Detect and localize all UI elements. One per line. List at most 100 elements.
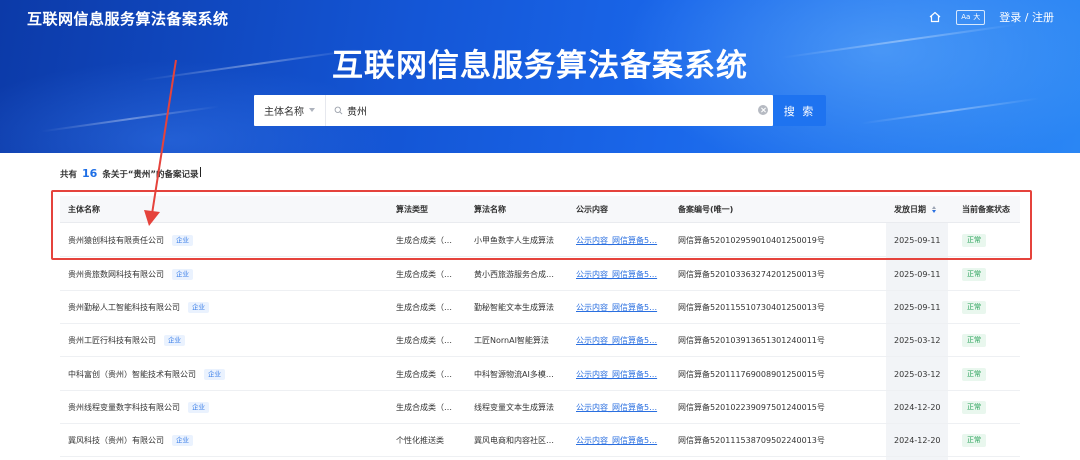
entity-cell: 贵州工匠行科技有限公司 企业 bbox=[68, 324, 388, 356]
search-input-value: 贵州 bbox=[347, 107, 367, 118]
status-badge: 正常 bbox=[962, 433, 986, 447]
algorithm-type: 生成合成类（… bbox=[396, 402, 452, 412]
entity-type-tag: 企业 bbox=[164, 334, 185, 346]
table-row[interactable]: 中科富创（贵州）智能技术有限公司 企业 生成合成类（… 中科智源物流AI多模… 公… bbox=[60, 358, 1020, 391]
top-right-nav: Aa 大 登录 / 注册 bbox=[928, 9, 1054, 25]
text-cursor bbox=[199, 167, 201, 177]
result-count-prefix: 共有 bbox=[60, 170, 78, 180]
search-button[interactable]: 搜 索 bbox=[773, 95, 826, 126]
issue-date: 2025-09-11 bbox=[894, 269, 941, 279]
search-bar: 主体名称 贵州 搜 索 bbox=[254, 95, 826, 126]
table-row[interactable]: 贵州猿创科技有限责任公司 企业 生成合成类（… 小甲鱼数字人生成算法 公示内容_网… bbox=[60, 224, 1020, 257]
algorithm-type: 生成合成类（… bbox=[396, 269, 452, 279]
header-content: 公示内容 bbox=[576, 204, 608, 214]
status-badge: 正常 bbox=[962, 300, 986, 314]
result-count-number: 16 bbox=[82, 167, 98, 180]
entity-type-tag: 企业 bbox=[172, 234, 193, 246]
algorithm-name: 线程变量文本生成算法 bbox=[474, 402, 554, 412]
result-count-suffix: 条关于“贵州”的备案记录 bbox=[102, 170, 199, 180]
entity-cell: 贵州线程变量数字科技有限公司 企业 bbox=[68, 391, 388, 423]
entity-cell: 贵州贵旅数网科技有限公司 企业 bbox=[68, 258, 388, 290]
entity-type-tag: 企业 bbox=[172, 268, 193, 280]
header-algorithm-name: 算法名称 bbox=[474, 204, 506, 214]
content-link[interactable]: 公示内容_网信算备5… bbox=[576, 324, 670, 356]
content-link[interactable]: 公示内容_网信算备5… bbox=[576, 358, 670, 390]
algorithm-type: 生成合成类（… bbox=[396, 235, 452, 245]
entity-type-tag: 企业 bbox=[172, 434, 193, 446]
hero-banner: 互联网信息服务算法备案系统 Aa 大 登录 / 注册 互联网信息服务算法备案系统… bbox=[0, 0, 1080, 153]
entity-name: 贵州勤秘人工智能科技有限公司 bbox=[68, 302, 180, 312]
entity-cell: 中科富创（贵州）智能技术有限公司 企业 bbox=[68, 358, 388, 390]
header-entity: 主体名称 bbox=[68, 204, 100, 214]
status-cell: 正常 bbox=[962, 258, 1022, 290]
algorithm-name: 小甲鱼数字人生成算法 bbox=[474, 235, 554, 245]
status-cell: 正常 bbox=[962, 424, 1022, 456]
algorithm-name: 勤秘智能文本生成算法 bbox=[474, 302, 554, 312]
entity-cell: 冀风科技（贵州）有限公司 企业 bbox=[68, 424, 388, 456]
font-size-small-label: Aa bbox=[961, 12, 971, 21]
entity-name: 中科富创（贵州）智能技术有限公司 bbox=[68, 369, 196, 379]
algorithm-name: 工匠NornAI智能算法 bbox=[474, 335, 549, 345]
search-input[interactable]: 贵州 bbox=[326, 95, 773, 126]
entity-cell: 贵州勤秘人工智能科技有限公司 企业 bbox=[68, 291, 388, 323]
filing-number: 网信算备520111769008901250015号 bbox=[678, 369, 825, 379]
clear-icon[interactable] bbox=[758, 105, 768, 115]
content-link[interactable]: 公示内容_网信算备5… bbox=[576, 424, 670, 456]
table-row[interactable]: 贵州线程变量数字科技有限公司 企业 生成合成类（… 线程变量文本生成算法 公示内容… bbox=[60, 391, 1020, 424]
status-badge: 正常 bbox=[962, 333, 986, 347]
home-icon[interactable] bbox=[928, 10, 942, 24]
entity-name: 贵州贵旅数网科技有限公司 bbox=[68, 269, 164, 279]
header-date-label: 发放日期 bbox=[894, 204, 926, 214]
header-filing-no: 备案编号(唯一) bbox=[678, 204, 734, 214]
status-cell: 正常 bbox=[962, 358, 1022, 390]
filing-number: 网信算备520103913651301240011号 bbox=[678, 335, 825, 345]
status-cell: 正常 bbox=[962, 324, 1022, 356]
algorithm-type: 生成合成类（… bbox=[396, 335, 452, 345]
status-badge: 正常 bbox=[962, 233, 986, 247]
site-name[interactable]: 互联网信息服务算法备案系统 bbox=[27, 8, 229, 29]
status-badge: 正常 bbox=[962, 367, 986, 381]
content-link[interactable]: 公示内容_网信算备5… bbox=[576, 391, 670, 423]
algorithm-type: 生成合成类（… bbox=[396, 302, 452, 312]
search-box: 主体名称 贵州 bbox=[254, 95, 773, 126]
font-size-toggle[interactable]: Aa 大 bbox=[956, 9, 986, 25]
header-date[interactable]: 发放日期 bbox=[894, 196, 954, 222]
sort-icon[interactable] bbox=[932, 205, 936, 213]
issue-date: 2024-12-20 bbox=[894, 435, 941, 445]
table-header-row: 主体名称 算法类型 算法名称 公示内容 备案编号(唯一) 发放日期 当前备案状态 bbox=[60, 196, 1020, 223]
algorithm-name: 中科智源物流AI多模… bbox=[474, 369, 554, 379]
issue-date: 2025-03-12 bbox=[894, 335, 941, 345]
font-size-large-label: 大 bbox=[973, 12, 981, 21]
search-field-select[interactable]: 主体名称 bbox=[254, 95, 326, 126]
status-badge: 正常 bbox=[962, 267, 986, 281]
hero-title: 互联网信息服务算法备案系统 bbox=[332, 48, 748, 84]
status-cell: 正常 bbox=[962, 391, 1022, 423]
issue-date: 2025-03-12 bbox=[894, 369, 941, 379]
algorithm-type: 生成合成类（… bbox=[396, 369, 452, 379]
header-type: 算法类型 bbox=[396, 204, 428, 214]
algorithm-name: 黄小西旅游服务合成… bbox=[474, 269, 554, 279]
filing-number: 网信算备520103363274201250013号 bbox=[678, 269, 825, 279]
entity-name: 冀风科技（贵州）有限公司 bbox=[68, 435, 164, 445]
content-link[interactable]: 公示内容_网信算备5… bbox=[576, 224, 670, 256]
issue-date: 2025-09-11 bbox=[894, 302, 941, 312]
table-row[interactable]: 贵州工匠行科技有限公司 企业 生成合成类（… 工匠NornAI智能算法 公示内容_… bbox=[60, 324, 1020, 357]
entity-type-tag: 企业 bbox=[188, 301, 209, 313]
table-row[interactable]: 贵州贵旅数网科技有限公司 企业 生成合成类（… 黄小西旅游服务合成… 公示内容_网… bbox=[60, 258, 1020, 291]
content-link[interactable]: 公示内容_网信算备5… bbox=[576, 258, 670, 290]
table-row[interactable]: 冀风科技（贵州）有限公司 企业 个性化推送类 冀风电商和内容社区… 公示内容_网信… bbox=[60, 424, 1020, 457]
caret-down-icon bbox=[309, 108, 315, 112]
entity-type-tag: 企业 bbox=[188, 401, 209, 413]
filing-number: 网信算备520111538709502240013号 bbox=[678, 435, 825, 445]
login-register-link[interactable]: 登录 / 注册 bbox=[999, 9, 1054, 25]
result-count: 共有 16 条关于“贵州”的备案记录 bbox=[60, 167, 201, 180]
entity-cell: 贵州猿创科技有限责任公司 企业 bbox=[68, 224, 388, 256]
algorithm-name: 冀风电商和内容社区… bbox=[474, 435, 554, 445]
entity-name: 贵州工匠行科技有限公司 bbox=[68, 335, 156, 345]
filing-number: 网信算备520115510730401250013号 bbox=[678, 302, 825, 312]
entity-name: 贵州线程变量数字科技有限公司 bbox=[68, 402, 180, 412]
filing-number: 网信算备520102239097501240015号 bbox=[678, 402, 825, 412]
table-row[interactable]: 贵州勤秘人工智能科技有限公司 企业 生成合成类（… 勤秘智能文本生成算法 公示内容… bbox=[60, 291, 1020, 324]
content-link[interactable]: 公示内容_网信算备5… bbox=[576, 291, 670, 323]
search-icon bbox=[334, 106, 343, 115]
